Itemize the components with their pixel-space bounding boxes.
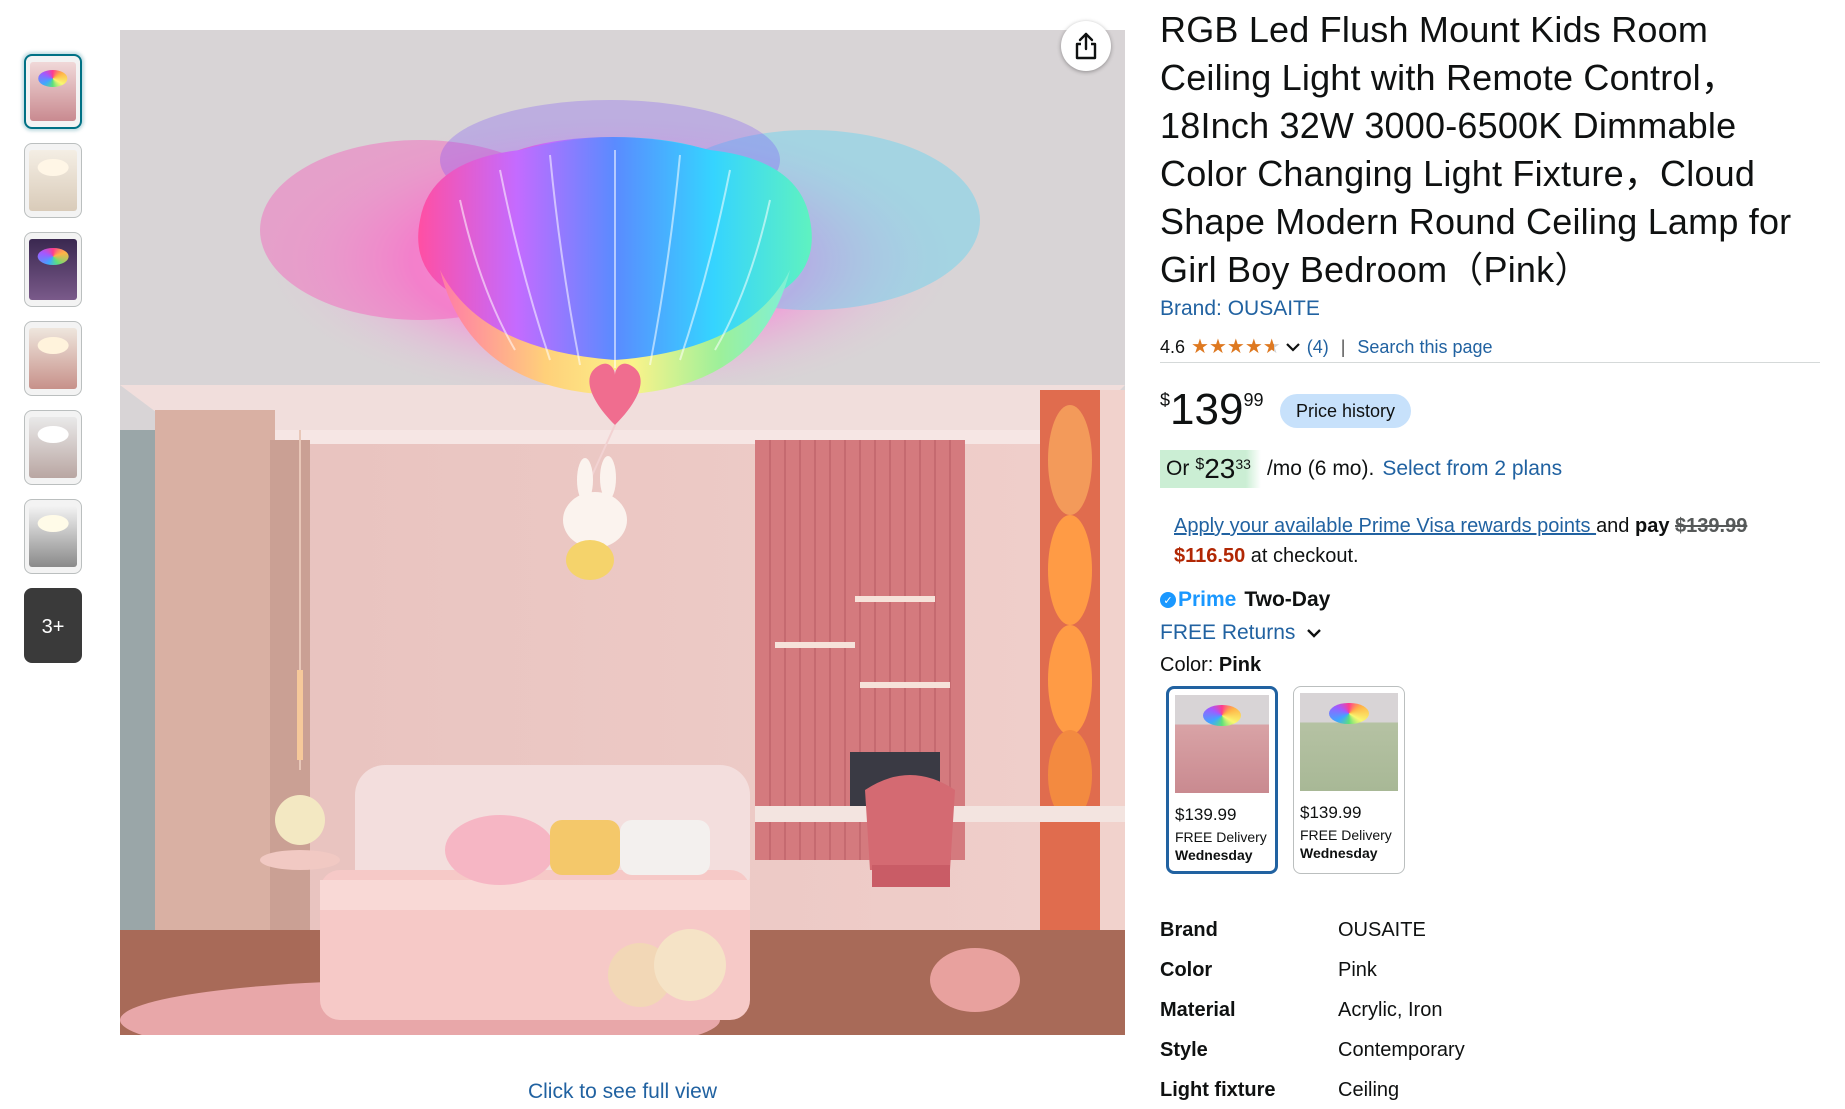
rating-stars[interactable]: ★ ★ ★ ★ ★ — [1191, 337, 1307, 357]
thumbnail-list: 3+ — [24, 54, 84, 677]
installment-symbol: $ — [1195, 456, 1205, 473]
thumbnail-6[interactable] — [24, 499, 82, 574]
rewards-and: and — [1596, 515, 1635, 537]
thumbnail-1[interactable] — [24, 54, 82, 129]
chevron-down-icon — [1285, 343, 1300, 352]
thumbnail-5[interactable] — [24, 410, 82, 485]
spec-value: Pink — [1338, 959, 1377, 981]
divider-line — [1160, 362, 1820, 363]
swatch-image — [1300, 693, 1398, 791]
spec-value: Contemporary — [1338, 1039, 1465, 1061]
installment-fraction: 33 — [1235, 456, 1251, 472]
prime-logo: ✓ Prime — [1160, 588, 1236, 612]
free-returns-link[interactable]: FREE Returns — [1160, 621, 1323, 645]
search-page-link[interactable]: Search this page — [1357, 337, 1492, 358]
select-plans-link[interactable]: Select from 2 plans — [1382, 457, 1562, 481]
installment-amount: 23 — [1204, 453, 1236, 484]
swatch-price: $139.99 — [1300, 803, 1362, 822]
thumbnail-2[interactable] — [24, 143, 82, 218]
product-title: RGB Led Flush Mount Kids Room Ceiling Li… — [1160, 9, 1792, 290]
rating-row: 4.6 ★ ★ ★ ★ ★ (4) | Search this page — [1160, 332, 1820, 362]
installment-term: /mo (6 mo). — [1266, 457, 1375, 480]
main-product-image[interactable] — [120, 30, 1125, 1035]
review-count-link[interactable]: (4) — [1307, 337, 1329, 358]
price-fraction: 99 — [1243, 390, 1264, 410]
prime-visa-rewards-link[interactable]: Apply your available Prime Visa rewards … — [1174, 515, 1596, 537]
rating-value: 4.6 — [1160, 336, 1186, 357]
installment-offer: Or $ 23 33 /mo (6 mo). Select from 2 pla… — [1160, 450, 1562, 488]
spec-key: Color — [1160, 959, 1213, 981]
installment-prefix: Or — [1166, 457, 1190, 480]
rewards-tail: at checkout. — [1245, 545, 1359, 567]
share-button[interactable] — [1061, 21, 1111, 71]
selected-color: Pink — [1218, 654, 1262, 676]
price-history-button[interactable]: Price history — [1280, 394, 1412, 428]
color-label-text: Color: — [1160, 654, 1219, 676]
color-option-pink[interactable]: $139.99 FREE Delivery Wednesday — [1166, 686, 1278, 874]
star-full-icon: ★ — [1226, 336, 1245, 358]
swatch-day: Wednesday — [1175, 847, 1253, 863]
two-day-label: Two-Day — [1244, 588, 1331, 611]
star-full-icon: ★ — [1208, 336, 1227, 358]
bedroom-scene-illustration — [120, 30, 1125, 1035]
price: $ 139 99 — [1160, 382, 1263, 438]
full-view-link[interactable]: Click to see full view — [120, 1080, 1125, 1104]
chevron-down-icon — [1307, 629, 1322, 638]
rewards-pay: pay — [1635, 515, 1670, 537]
spec-key: Style — [1160, 1039, 1208, 1061]
spec-key: Brand — [1160, 919, 1218, 941]
thumbnail-4[interactable] — [24, 321, 82, 396]
swatch-image — [1175, 695, 1269, 793]
thumbnail-3[interactable] — [24, 232, 82, 307]
prime-label: Prime — [1178, 588, 1237, 611]
swatch-day: Wednesday — [1300, 845, 1378, 861]
swatch-delivery: FREE Delivery — [1175, 829, 1267, 845]
spec-value: OUSAITE — [1338, 919, 1426, 941]
prime-check-icon: ✓ — [1160, 592, 1176, 608]
thumbnail-image — [29, 239, 77, 300]
price-symbol: $ — [1160, 390, 1171, 410]
price-whole: 139 — [1170, 385, 1244, 434]
rewards-old-price: $139.99 — [1675, 515, 1748, 537]
spec-key: Light fixture form — [1160, 1079, 1276, 1109]
swatch-price: $139.99 — [1175, 805, 1237, 824]
rewards-offer: Apply your available Prime Visa rewards … — [1174, 511, 1814, 571]
spec-value: Acrylic, Iron — [1338, 999, 1443, 1021]
star-full-icon: ★ — [1244, 336, 1263, 358]
star-half-icon: ★ — [1262, 336, 1281, 358]
rewards-new-price: $116.50 — [1174, 545, 1246, 567]
free-returns-label: FREE Returns — [1160, 621, 1296, 644]
color-option-2[interactable]: $139.99 FREE Delivery Wednesday — [1293, 686, 1405, 874]
prime-delivery: ✓ Prime Two-Day — [1160, 588, 1330, 612]
brand-link[interactable]: Brand: OUSAITE — [1160, 297, 1320, 321]
installment-highlight: Or $ 23 33 — [1160, 450, 1261, 488]
divider: | — [1340, 336, 1346, 357]
spec-value: Ceiling — [1338, 1079, 1400, 1101]
spec-key: Material — [1160, 999, 1236, 1021]
star-full-icon: ★ — [1191, 336, 1209, 358]
share-icon — [1075, 32, 1097, 60]
thumbnail-image — [30, 62, 76, 121]
swatch-delivery: FREE Delivery — [1300, 827, 1392, 843]
thumbnail-image — [29, 150, 77, 211]
thumbnail-image — [29, 506, 77, 567]
color-label: Color: Pink — [1160, 654, 1261, 677]
more-images-label: 3+ — [41, 616, 65, 638]
thumbnail-image — [29, 328, 77, 389]
thumbnail-image — [29, 417, 77, 478]
more-images-button[interactable]: 3+ — [24, 588, 82, 663]
